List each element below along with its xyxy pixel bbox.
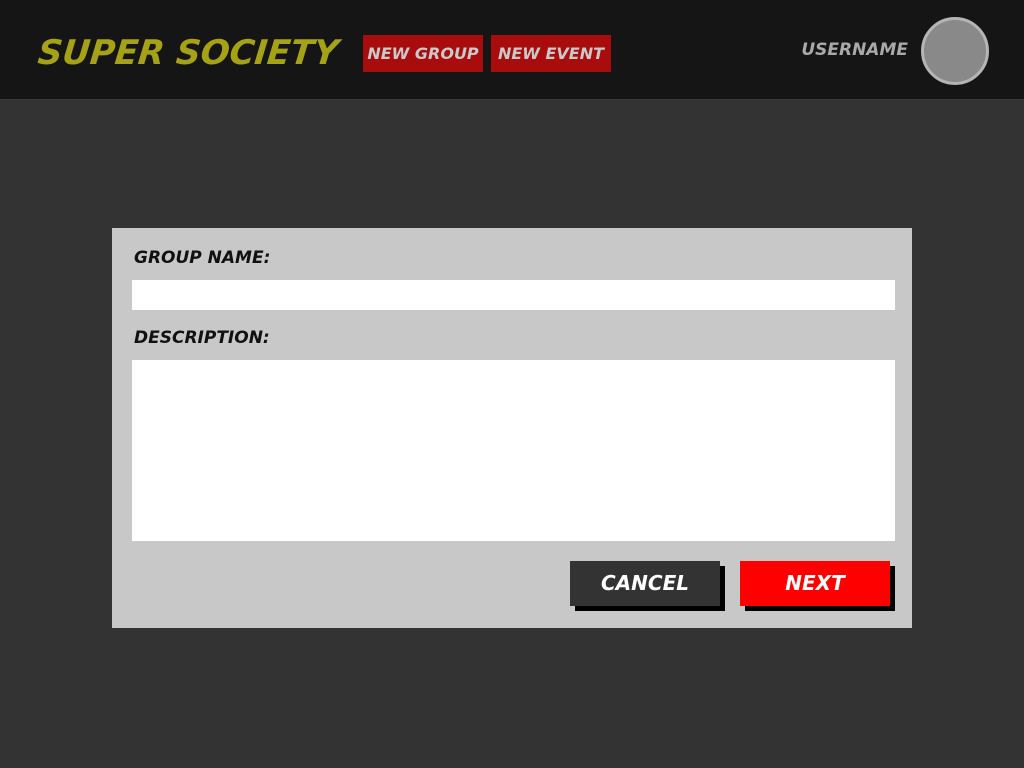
new-group-dialog: Group Name: Description: Cancel Next	[112, 228, 912, 628]
description-textarea[interactable]	[132, 360, 895, 541]
user-avatar-icon[interactable]	[921, 17, 989, 85]
top-bar: Super Society New Group New Event Userna…	[0, 0, 1024, 100]
new-event-button[interactable]: New Event	[491, 35, 611, 72]
group-name-input[interactable]	[132, 280, 895, 310]
description-label: Description:	[134, 328, 270, 348]
cancel-button[interactable]: Cancel	[570, 561, 720, 606]
group-name-label: Group Name:	[134, 248, 271, 268]
app-logo[interactable]: Super Society	[36, 30, 341, 76]
username-label[interactable]: Username	[801, 36, 908, 64]
next-button[interactable]: Next	[740, 561, 890, 606]
new-group-button[interactable]: New Group	[363, 35, 483, 72]
